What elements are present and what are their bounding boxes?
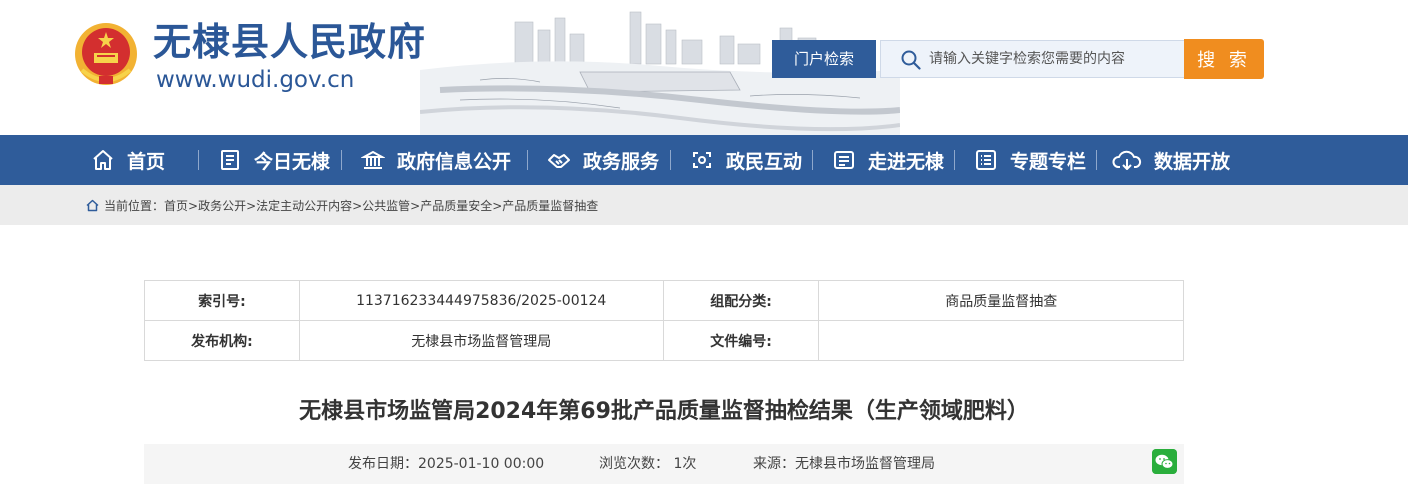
nav-item-today[interactable]: 今日无棣 (218, 135, 330, 185)
government-building-icon (361, 150, 385, 169)
breadcrumb: 当前位置： 首页>政务公开>法定主动公开内容>公共监管>产品质量安全>产品质量监… (86, 185, 598, 225)
publisher-value: 无棣县市场监督管理局 (298, 320, 664, 361)
doc-number-label: 文件编号: (662, 320, 820, 361)
main-nav: 首页 今日无棣 政府信息公开 政务服务 政民互动 走进无棣 专题专栏 数据开放 (0, 135, 1408, 185)
table-row: 发布机构: 无棣县市场监督管理局 文件编号: (144, 320, 1184, 361)
search-icon (901, 50, 921, 70)
article-source: 来源：无棣县市场监督管理局 (753, 456, 935, 472)
cloud-download-icon (1112, 150, 1142, 170)
search-input[interactable] (929, 41, 1179, 77)
view-count: 浏览次数： 1次 (599, 456, 697, 472)
index-label: 索引号: (144, 280, 300, 321)
search-box (880, 40, 1185, 78)
site-title: 无棣县人民政府 (153, 20, 427, 64)
home-icon (86, 199, 99, 211)
nav-item-label: 今日无棣 (254, 150, 331, 173)
nav-divider (670, 150, 671, 170)
nav-divider (1096, 150, 1097, 170)
interaction-icon (693, 152, 711, 168)
nav-item-interaction[interactable]: 政民互动 (690, 135, 802, 185)
id-card-icon (834, 151, 854, 169)
doc-number-value (818, 320, 1184, 361)
nav-divider (954, 150, 955, 170)
nav-item-label: 走进无棣 (868, 150, 945, 173)
nav-divider (527, 150, 528, 170)
nav-item-label: 首页 (127, 150, 166, 173)
nav-item-label: 数据开放 (1154, 150, 1231, 173)
nav-item-home[interactable]: 首页 (91, 135, 165, 185)
portal-search-tab[interactable]: 门户检索 (772, 40, 876, 78)
newspaper-icon (221, 150, 239, 170)
nav-divider (341, 150, 342, 170)
nav-item-gov-info[interactable]: 政府信息公开 (361, 135, 511, 185)
breadcrumb-prefix: 当前位置： (104, 198, 165, 213)
nav-item-label: 政务服务 (583, 150, 660, 173)
search-button[interactable]: 搜 索 (1184, 39, 1264, 79)
site-header: 无棣县人民政府 www.wudi.gov.cn 门户检索 搜 索 (0, 0, 1408, 135)
publisher-label: 发布机构: (144, 320, 300, 361)
nav-divider (812, 150, 813, 170)
article-info-bar: 发布日期：2025-01-10 00:00 浏览次数： 1次 来源：无棣县市场监… (144, 444, 1184, 484)
index-value: 113716233444975836/2025-00124 (298, 280, 664, 321)
nav-item-services[interactable]: 政务服务 (547, 135, 659, 185)
breadcrumb-bar: 当前位置： 首页>政务公开>法定主动公开内容>公共监管>产品质量安全>产品质量监… (0, 185, 1408, 225)
national-emblem-logo (75, 23, 137, 85)
nav-item-about-wudi[interactable]: 走进无棣 (832, 135, 944, 185)
category-label: 组配分类: (662, 280, 820, 321)
nav-item-label: 政民互动 (726, 150, 803, 173)
document-meta-table: 索引号: 113716233444975836/2025-00124 组配分类:… (144, 280, 1184, 361)
nav-item-label: 专题专栏 (1010, 150, 1087, 173)
nav-divider (198, 150, 199, 170)
site-url: www.wudi.gov.cn (156, 67, 355, 93)
handshake-icon (548, 154, 570, 168)
publish-date: 发布日期：2025-01-10 00:00 (348, 456, 545, 472)
breadcrumb-path[interactable]: 首页>政务公开>法定主动公开内容>公共监管>产品质量安全>产品质量监督抽查 (164, 197, 598, 214)
nav-item-label: 政府信息公开 (397, 150, 512, 173)
article-title: 无棣县市场监管局2024年第69批产品质量监督抽检结果（生产领域肥料） (299, 399, 1029, 424)
home-icon (93, 150, 113, 170)
table-row: 索引号: 113716233444975836/2025-00124 组配分类:… (144, 280, 1184, 321)
wechat-icon[interactable] (1152, 449, 1177, 474)
nav-item-special-topics[interactable]: 专题专栏 (974, 135, 1086, 185)
category-value: 商品质量监督抽查 (818, 280, 1184, 321)
list-icon (976, 150, 996, 170)
nav-item-open-data[interactable]: 数据开放 (1112, 135, 1230, 185)
